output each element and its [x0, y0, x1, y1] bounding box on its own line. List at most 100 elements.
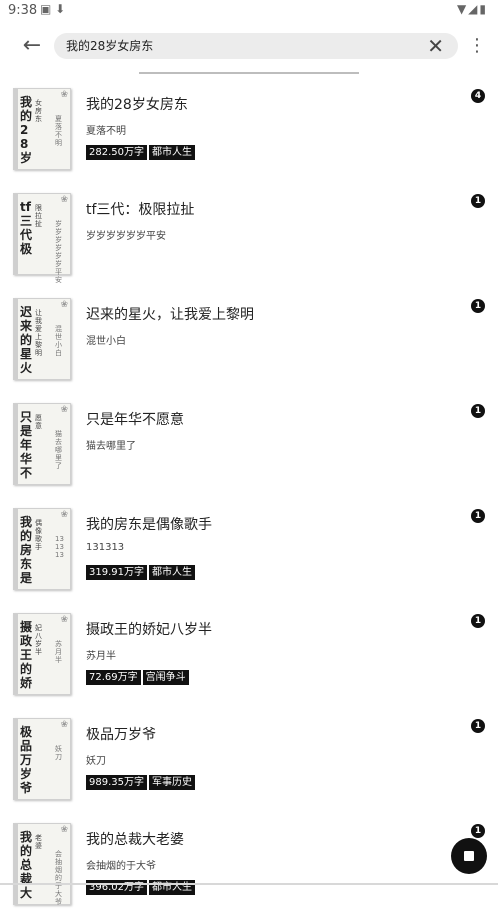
- search-box[interactable]: 我的28岁女房东 ✕: [54, 33, 458, 59]
- cover-flower-icon: ❀: [60, 615, 68, 625]
- book-title[interactable]: 迟来的星火，让我爱上黎明: [86, 304, 254, 324]
- cover-title: 我的28岁: [20, 95, 33, 165]
- result-count-badge: 1: [471, 509, 485, 523]
- cover-subtitle: 偶像歌手: [35, 519, 42, 551]
- book-title[interactable]: 只是年华不愿意: [86, 409, 184, 429]
- book-title[interactable]: tf三代：极限拉扯: [86, 199, 194, 219]
- word-count-tag: 72.69万字: [86, 670, 141, 685]
- result-count-badge: 1: [471, 824, 485, 838]
- more-vert-icon[interactable]: ⋮: [468, 32, 486, 60]
- book-tags: 72.69万字 宫闱争斗: [86, 665, 191, 685]
- book-tags: 989.35万字 军事历史: [86, 770, 197, 790]
- book-list-item[interactable]: ❀ 摄政王的娇 妃八岁半苏月半 摄政王的娇妃八岁半苏月半 72.69万字 宫闱争斗 1: [0, 605, 498, 710]
- book-cover[interactable]: ❀ tf三代极 限拉扯 岁岁岁岁岁岁平安: [13, 193, 71, 284]
- book-list-item[interactable]: ❀ 我的房东是 偶像歌手 131313 我的房东是偶像歌手 131313 319.91万字都…: [0, 500, 498, 605]
- book-tags: 396.02万字 都市人生: [86, 875, 197, 895]
- stop-icon: [464, 851, 474, 861]
- system-status-icons: ▼◢▮: [456, 2, 488, 16]
- cover-author: 妖刀: [55, 745, 62, 761]
- book-title[interactable]: 摄政王的娇妃八岁半: [86, 619, 212, 639]
- status-bar: 9:38 ▣ ⬇ ▼◢▮: [0, 0, 498, 24]
- category-tag: 都市人生: [149, 145, 195, 160]
- cover-author: 苏月半: [55, 640, 62, 664]
- cover-spine: [14, 404, 18, 484]
- book-cover[interactable]: ❀ 我的28岁 女房东夏落不明: [13, 88, 71, 170]
- category-tag: 宫闱争斗: [142, 670, 189, 685]
- cover-subtitle: 愿意: [35, 414, 42, 430]
- cover-title: 我的总裁大: [20, 830, 33, 900]
- cover-author: 夏落不明: [55, 115, 62, 147]
- cover-subtitle: 老婆: [35, 834, 42, 850]
- book-list-item[interactable]: ❀ 我的总裁大 老婆会抽烟的于大爷 我的总裁大老婆会抽烟的于大爷 396.02万字 都市人…: [0, 815, 498, 920]
- scroll-indicator: [139, 72, 359, 74]
- book-author: 夏落不明: [86, 126, 126, 137]
- book-list-item[interactable]: ❀ 极品万岁爷 妖刀 极品万岁爷妖刀 989.35万字 军事历史 1: [0, 710, 498, 815]
- book-author: 猫去哪里了: [86, 441, 136, 452]
- cover-author: 会抽烟的于大爷: [55, 850, 62, 906]
- book-title[interactable]: 极品万岁爷: [86, 724, 156, 744]
- result-count-badge: 4: [471, 89, 485, 103]
- book-author: 131313: [86, 542, 125, 553]
- status-time: 9:38: [8, 3, 38, 18]
- book-author: 岁岁岁岁岁岁平安: [86, 231, 166, 242]
- book-title[interactable]: 我的总裁大老婆: [86, 829, 184, 849]
- word-count-tag: 282.50万字: [86, 145, 147, 160]
- cover-subtitle: 让我爱上黎明: [35, 309, 42, 357]
- book-list-item[interactable]: ❀ 只是年华不 愿意猫去哪里了 只是年华不愿意猫去哪里了 1: [0, 395, 498, 500]
- cover-title: 摄政王的娇: [20, 620, 33, 690]
- book-author: 苏月半: [86, 651, 116, 662]
- clear-icon[interactable]: ✕: [427, 34, 444, 58]
- cover-flower-icon: ❀: [60, 510, 68, 520]
- result-count-badge: 1: [471, 614, 485, 628]
- book-cover[interactable]: ❀ 摄政王的娇 妃八岁半苏月半: [13, 613, 71, 695]
- cover-author: 岁岁岁岁岁岁平安: [55, 220, 62, 284]
- book-list-item[interactable]: ❀ tf三代极 限拉扯 岁岁岁岁岁岁平安 tf三代：极限拉扯 岁岁岁岁岁岁平安 1: [0, 185, 498, 290]
- cover-author: 猫去哪里了: [55, 430, 62, 470]
- back-arrow-icon[interactable]: ←: [18, 32, 46, 60]
- cover-subtitle: 限拉扯: [35, 204, 42, 228]
- cover-spine: [14, 614, 18, 694]
- category-tag: 都市人生: [149, 565, 195, 580]
- notification-icons: ▣ ⬇: [40, 2, 66, 16]
- cover-subtitle: 女房东: [35, 99, 42, 123]
- cover-title: tf三代极: [20, 200, 33, 256]
- search-input[interactable]: 我的28岁女房东: [66, 37, 153, 54]
- book-list-item[interactable]: ❀ 我的28岁 女房东夏落不明 我的28岁女房东夏落不明 282.50万字 都市人生 4: [0, 80, 498, 185]
- cover-spine: [14, 194, 18, 274]
- cover-subtitle: 妃八岁半: [35, 624, 42, 656]
- cover-title: 只是年华不: [20, 410, 33, 480]
- cover-author: 131313: [55, 535, 64, 559]
- cover-flower-icon: ❀: [60, 825, 68, 835]
- book-title[interactable]: 我的房东是偶像歌手: [86, 514, 212, 534]
- book-title[interactable]: 我的28岁女房东: [86, 94, 188, 114]
- stop-button[interactable]: [451, 838, 487, 874]
- book-author: 妖刀: [86, 756, 106, 767]
- result-count-badge: 1: [471, 404, 485, 418]
- result-count-badge: 1: [471, 194, 485, 208]
- cover-spine: [14, 89, 18, 169]
- book-list-item[interactable]: ❀ 迟来的星火 让我爱上黎明 混世小白 迟来的星火，让我爱上黎明混世小白 1: [0, 290, 498, 395]
- search-toolbar: ← 我的28岁女房东 ✕ ⋮: [0, 24, 498, 72]
- book-tags: 319.91万字 都市人生: [86, 560, 197, 580]
- book-cover[interactable]: ❀ 极品万岁爷 妖刀: [13, 718, 71, 800]
- cover-spine: [14, 824, 18, 904]
- cover-flower-icon: ❀: [60, 300, 68, 310]
- book-author: 会抽烟的于大爷: [86, 861, 156, 872]
- result-count-badge: 1: [471, 719, 485, 733]
- book-cover[interactable]: ❀ 只是年华不 愿意猫去哪里了: [13, 403, 71, 485]
- word-count-tag: 989.35万字: [86, 775, 147, 790]
- book-cover[interactable]: ❀ 迟来的星火 让我爱上黎明 混世小白: [13, 298, 71, 380]
- cover-spine: [14, 299, 18, 379]
- cover-title: 迟来的星火: [20, 305, 33, 375]
- cover-flower-icon: ❀: [60, 720, 68, 730]
- result-count-badge: 1: [471, 299, 485, 313]
- book-cover[interactable]: ❀ 我的总裁大 老婆会抽烟的于大爷: [13, 823, 71, 906]
- cover-title: 我的房东是: [20, 515, 33, 585]
- cover-author: 混世小白: [55, 325, 62, 357]
- book-tags: 282.50万字 都市人生: [86, 140, 197, 160]
- book-cover[interactable]: ❀ 我的房东是 偶像歌手 131313: [13, 508, 71, 590]
- cover-flower-icon: ❀: [60, 90, 68, 100]
- cover-flower-icon: ❀: [60, 405, 68, 415]
- cover-spine: [14, 719, 18, 799]
- word-count-tag: 319.91万字: [86, 565, 147, 580]
